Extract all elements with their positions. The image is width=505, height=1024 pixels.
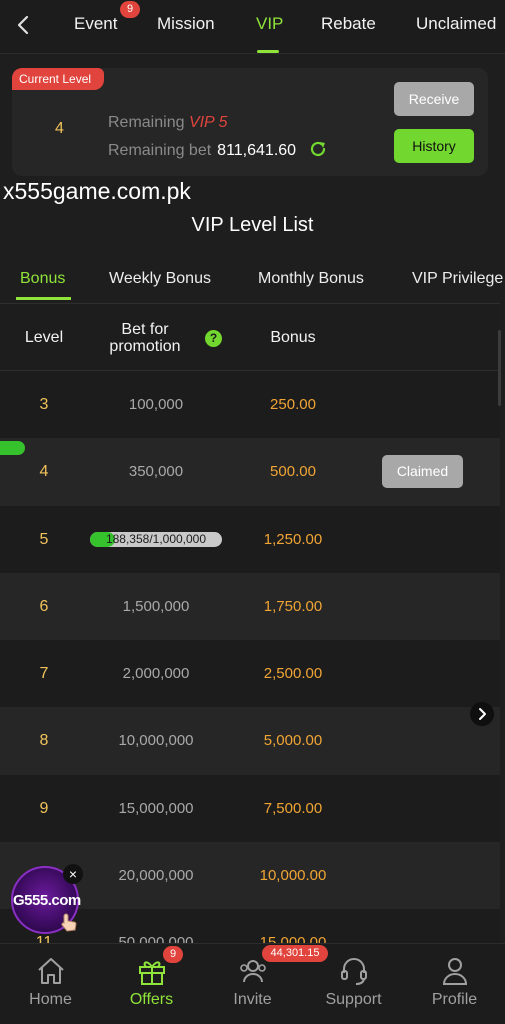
active-subtab-indicator: [16, 297, 71, 300]
remaining-vip-value: VIP 5: [188, 114, 228, 131]
table-row: 3 100,000 250.00: [0, 371, 500, 439]
subtab-weekly-bonus[interactable]: Weekly Bonus: [109, 270, 211, 288]
tab-event[interactable]: Event: [74, 14, 117, 34]
row-bonus: 5,000.00: [263, 732, 323, 750]
row-bet: 2,000,000: [122, 665, 190, 683]
row-bonus: 1,250.00: [263, 530, 323, 548]
history-button[interactable]: History: [394, 129, 474, 163]
bottom-nav-offers[interactable]: Offers 9: [101, 944, 202, 1024]
bottom-nav-home[interactable]: Home: [0, 944, 101, 1024]
receive-button[interactable]: Receive: [394, 82, 474, 116]
headset-icon: [341, 958, 367, 985]
bottom-nav-label: Invite: [233, 991, 272, 1008]
promotion-progress-bar: 188,358/1,000,000: [90, 531, 222, 547]
profile-icon: [442, 958, 468, 985]
header-level: Level: [24, 329, 64, 346]
help-icon[interactable]: ?: [205, 330, 222, 347]
tab-vip[interactable]: VIP: [256, 14, 283, 34]
row-bet: 20,000,000: [118, 867, 194, 885]
current-row-pointer-icon: [0, 441, 25, 455]
row-bonus: 10,000.00: [259, 867, 327, 885]
table-row: 4 350,000 500.00 Claimed: [0, 438, 500, 506]
subtab-bonus[interactable]: Bonus: [20, 270, 65, 288]
site-watermark: x555game.com.pk: [3, 178, 191, 204]
row-level: 7: [39, 665, 49, 683]
row-bonus: 7,500.00: [263, 799, 323, 817]
tab-unclaimed[interactable]: Unclaimed: [416, 14, 496, 34]
row-bet: 15,000,000: [118, 799, 194, 817]
row-bonus: 250.00: [270, 396, 316, 413]
remaining-vip-text: Remaining VIP 5: [108, 114, 227, 132]
table-row: 8 10,000,000 5,000.00: [0, 707, 500, 775]
row-bet: 100,000: [128, 396, 184, 413]
remaining-label: Remaining: [108, 114, 185, 131]
subtab-vip-privilege[interactable]: VIP Privilege: [412, 270, 503, 288]
scroll-right-icon[interactable]: [470, 702, 494, 726]
close-icon[interactable]: ×: [63, 864, 83, 884]
header-bet-for-promotion: Bet for promotion: [88, 321, 202, 355]
header-bet-line1: Bet for: [121, 321, 169, 338]
bottom-nav-label: Profile: [431, 991, 478, 1008]
table-row: 9 15,000,000 7,500.00: [0, 774, 500, 843]
row-bonus: 500.00: [270, 463, 316, 481]
table-header: Level Bet for promotion ? Bonus: [0, 304, 500, 371]
remaining-bet-text: Remaining bet 811,641.60: [108, 140, 327, 160]
active-tab-indicator: [257, 50, 279, 53]
bottom-nav-profile[interactable]: Profile: [404, 944, 505, 1024]
back-arrow-icon[interactable]: [12, 12, 34, 38]
home-icon: [38, 958, 64, 984]
row-bonus: 2,500.00: [263, 665, 323, 683]
current-level-card: Current Level 4 Remaining VIP 5 Remainin…: [12, 68, 488, 176]
bottom-nav-label: Support: [325, 991, 382, 1008]
row-bet: 350,000: [128, 463, 184, 481]
row-bet: 1,500,000: [122, 597, 190, 615]
row-level: 8: [39, 732, 49, 750]
current-level-tag: Current Level: [12, 68, 104, 90]
row-bonus: 1,750.00: [263, 597, 323, 615]
remaining-bet-value: 811,641.60: [217, 142, 297, 159]
row-bet: 10,000,000: [118, 732, 194, 750]
tab-rebate[interactable]: Rebate: [321, 14, 376, 34]
offers-badge: 9: [163, 946, 183, 963]
row-level: 6: [39, 597, 49, 615]
bottom-nav: Home Offers 9 Invite 44,301.15 Support P…: [0, 943, 505, 1024]
current-level-value: 4: [55, 120, 64, 137]
remaining-bet-label: Remaining bet: [108, 142, 212, 159]
pointer-hand-icon: [61, 913, 77, 932]
subtab-monthly-bonus[interactable]: Monthly Bonus: [258, 270, 364, 288]
bottom-nav-label: Home: [29, 991, 72, 1008]
bottom-nav-support[interactable]: Support: [303, 944, 404, 1024]
top-nav: Event 9 Mission VIP Rebate Unclaimed: [0, 0, 505, 54]
event-badge: 9: [120, 1, 140, 18]
table-row: 6 1,500,000 1,750.00: [0, 572, 500, 641]
table-row: 7 2,000,000 2,500.00: [0, 640, 500, 708]
claimed-button[interactable]: Claimed: [382, 455, 463, 489]
float-widget-logo-text: G555.com: [13, 892, 81, 909]
bottom-nav-invite[interactable]: Invite 44,301.15: [202, 944, 328, 1024]
header-bet-line2: promotion: [109, 338, 181, 355]
refresh-icon[interactable]: [309, 140, 327, 158]
row-level: 3: [39, 396, 49, 413]
table-row: 5 188,358/1,000,000 1,250.00: [0, 505, 500, 573]
vip-level-list-title: VIP Level List: [191, 214, 314, 236]
table-scrollbar[interactable]: [498, 330, 501, 406]
header-bonus: Bonus: [270, 329, 316, 346]
progress-text: 188,358/1,000,000: [105, 531, 207, 546]
row-level: 5: [39, 530, 49, 548]
row-level: 9: [39, 799, 49, 817]
tab-mission[interactable]: Mission: [157, 14, 215, 34]
bottom-nav-label: Offers: [129, 991, 174, 1008]
